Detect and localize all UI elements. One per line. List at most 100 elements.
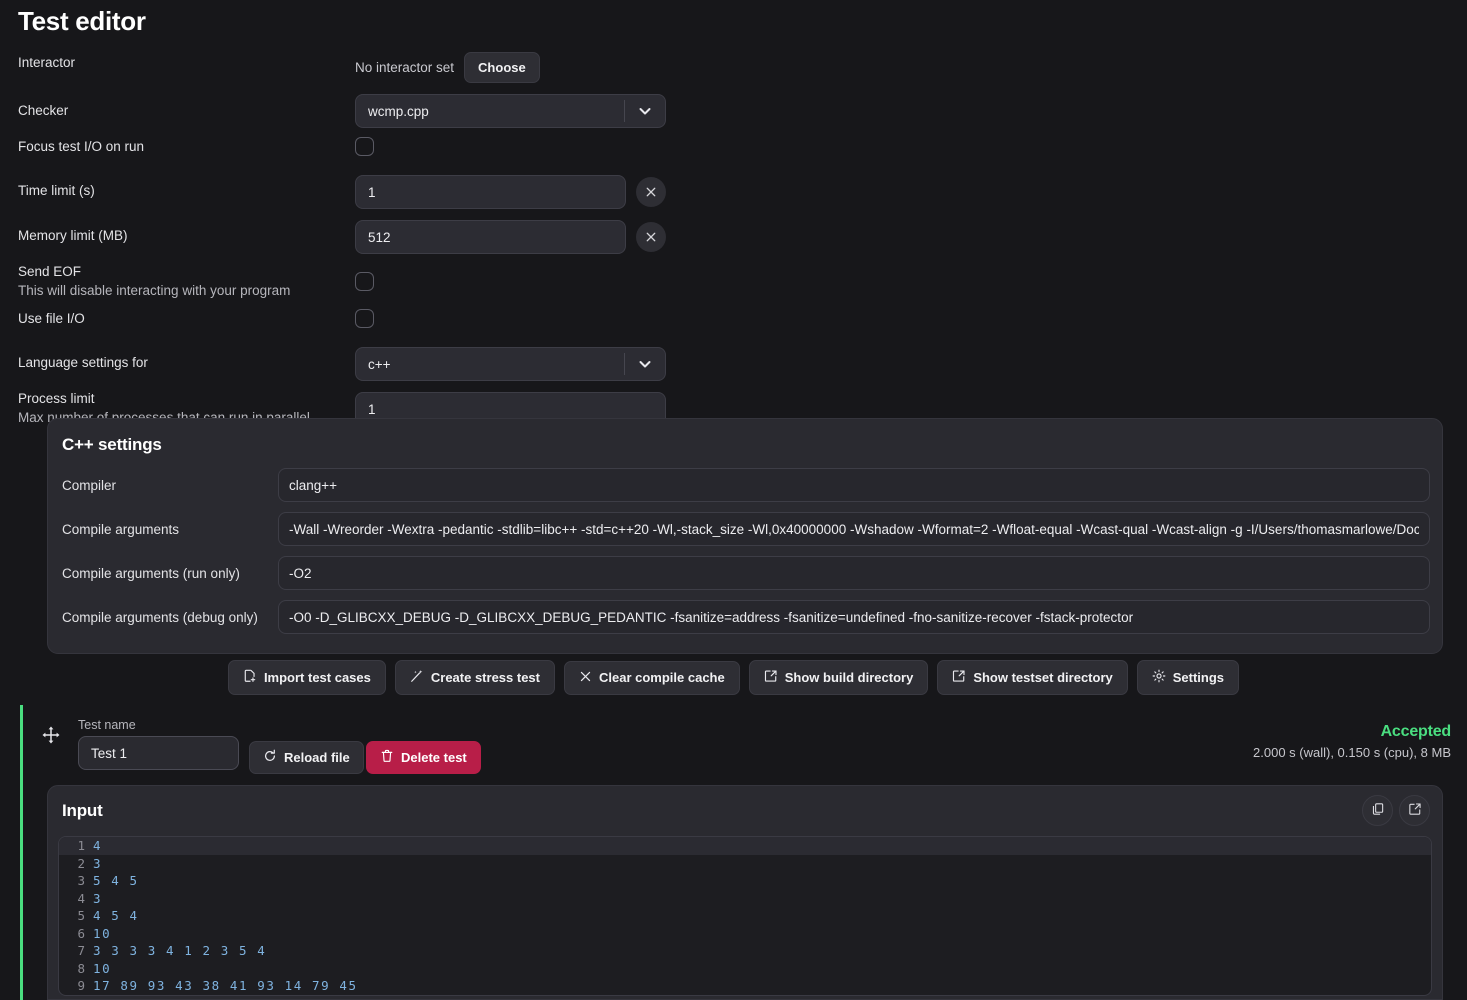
line-number: 6: [77, 925, 85, 941]
checker-label: Checker: [18, 103, 69, 118]
refresh-icon: [263, 749, 277, 766]
row-checker: Checker wcmp.cpp: [0, 92, 1467, 135]
status-badge: Accepted: [1380, 723, 1452, 740]
row-compiler: Compiler: [48, 463, 1442, 507]
clear-compile-cache-label: Clear compile cache: [599, 670, 725, 685]
use-file-io-label: Use file I/O: [18, 311, 85, 326]
cpp-settings-panel: C++ settings Compiler Compile arguments …: [47, 418, 1443, 654]
row-language-settings: Language settings for c++: [0, 343, 1467, 388]
code-line[interactable]: 9 17 89 93 43 38 41 93 14 79 45: [59, 977, 1431, 995]
focus-io-checkbox[interactable]: [355, 137, 374, 156]
clear-compile-cache-button[interactable]: Clear compile cache: [564, 660, 740, 695]
code-line[interactable]: 1 4: [59, 837, 1431, 855]
language-selected-value: c++: [368, 356, 391, 372]
line-content: 5 4 5: [93, 873, 139, 889]
input-code-editor[interactable]: 1 4 2 3 3 5 4 5 4 3 5 4 5 4 6 10 7 3 3 3…: [58, 836, 1432, 996]
line-number: 7: [77, 943, 85, 959]
show-build-directory-button[interactable]: Show build directory: [748, 660, 929, 695]
import-test-cases-label: Import test cases: [263, 670, 371, 685]
process-limit-title: Process limit: [18, 391, 95, 406]
line-content: 3 3 3 3 4 1 2 3 5 4: [93, 943, 267, 959]
reload-file-button[interactable]: Reload file: [249, 741, 364, 774]
use-file-io-checkbox[interactable]: [355, 309, 374, 328]
clear-time-limit-button[interactable]: [636, 177, 666, 207]
compile-arguments-label: Compile arguments: [62, 521, 180, 537]
row-compile-arguments-debug: Compile arguments (debug only): [48, 595, 1442, 639]
send-eof-checkbox[interactable]: [355, 272, 374, 291]
code-line[interactable]: 3 5 4 5: [59, 872, 1431, 890]
copy-input-button[interactable]: [1362, 795, 1393, 826]
line-number: 5: [77, 908, 85, 924]
line-number: 9: [77, 978, 85, 994]
row-time-limit: Time limit (s): [0, 171, 1467, 216]
close-icon: [646, 232, 656, 242]
compile-arguments-input[interactable]: [278, 512, 1430, 546]
cpp-settings-title: C++ settings: [62, 435, 162, 454]
time-limit-input[interactable]: [355, 175, 626, 209]
test-timing: 2.000 s (wall), 0.150 s (cpu), 8 MB: [1253, 745, 1451, 760]
compile-arguments-run-label: Compile arguments (run only): [62, 565, 240, 581]
line-number: 1: [77, 838, 85, 854]
chevron-down-icon: [637, 103, 653, 119]
line-number: 8: [77, 960, 85, 976]
clear-memory-limit-button[interactable]: [636, 222, 666, 252]
open-input-external-button[interactable]: [1399, 795, 1430, 826]
row-send-eof: Send EOF This will disable interacting w…: [0, 261, 1467, 307]
line-number: 3: [77, 873, 85, 889]
reload-file-label: Reload file: [284, 750, 350, 765]
code-line[interactable]: 6 10: [59, 925, 1431, 943]
input-panel-title: Input: [62, 801, 103, 820]
memory-limit-input[interactable]: [355, 220, 626, 254]
delete-test-label: Delete test: [401, 750, 467, 765]
row-compile-arguments-run: Compile arguments (run only): [48, 551, 1442, 595]
code-line[interactable]: 4 3: [59, 890, 1431, 908]
interactor-label: Interactor: [18, 55, 76, 70]
choose-interactor-button[interactable]: Choose: [464, 52, 540, 83]
test-name-input[interactable]: [78, 736, 239, 770]
settings-button[interactable]: Settings: [1136, 660, 1240, 695]
select-divider: [624, 100, 625, 122]
code-line[interactable]: 8 10: [59, 960, 1431, 978]
test-verdict: Accepted 2.000 s (wall), 0.150 s (cpu), …: [1253, 723, 1451, 760]
row-use-file-io: Use file I/O: [0, 307, 1467, 343]
delete-test-button[interactable]: Delete test: [366, 741, 481, 774]
gear-icon: [1152, 669, 1166, 686]
row-interactor: Interactor No interactor set Choose: [0, 52, 1467, 92]
input-panel: Input 1 4 2 3 3 5 4 5 4 3 5 4 5 4 6 10 7…: [47, 785, 1443, 1000]
settings-label: Settings: [1172, 670, 1225, 685]
select-divider: [624, 353, 625, 375]
copy-icon: [1371, 802, 1385, 819]
send-eof-label: Send EOF This will disable interacting w…: [18, 261, 355, 299]
code-line[interactable]: 7 3 3 3 3 4 1 2 3 5 4: [59, 942, 1431, 960]
checker-select[interactable]: wcmp.cpp: [355, 94, 666, 128]
external-link-icon: [764, 669, 778, 686]
create-stress-test-button[interactable]: Create stress test: [394, 660, 555, 695]
wand-sparkle-icon: [410, 669, 424, 686]
row-compile-arguments: Compile arguments: [48, 507, 1442, 551]
test-name-label: Test name: [78, 718, 136, 732]
compiler-input[interactable]: [278, 468, 1430, 502]
language-select[interactable]: c++: [355, 347, 666, 381]
checker-selected-value: wcmp.cpp: [368, 103, 429, 119]
show-testset-directory-button[interactable]: Show testset directory: [937, 660, 1128, 695]
compile-arguments-run-input[interactable]: [278, 556, 1430, 590]
compiler-label: Compiler: [62, 477, 117, 493]
focus-io-label: Focus test I/O on run: [18, 139, 145, 154]
compile-arguments-debug-input[interactable]: [278, 600, 1430, 634]
memory-limit-label: Memory limit (MB): [18, 228, 128, 243]
show-testset-directory-label: Show testset directory: [973, 670, 1113, 685]
show-build-directory-label: Show build directory: [784, 670, 914, 685]
line-number: 2: [77, 855, 85, 871]
interactor-status: No interactor set: [355, 60, 455, 75]
send-eof-sub: This will disable interacting with your …: [18, 283, 291, 298]
code-line[interactable]: 5 4 5 4: [59, 907, 1431, 925]
code-line[interactable]: 2 3: [59, 855, 1431, 873]
external-link-icon: [952, 669, 966, 686]
time-limit-label: Time limit (s): [18, 183, 95, 198]
line-content: 10: [93, 925, 112, 941]
page-title: Test editor: [18, 6, 146, 36]
drag-handle-icon[interactable]: [41, 725, 61, 745]
close-icon: [579, 670, 592, 686]
line-number: 4: [77, 890, 85, 906]
import-test-cases-button[interactable]: Import test cases: [227, 660, 386, 695]
